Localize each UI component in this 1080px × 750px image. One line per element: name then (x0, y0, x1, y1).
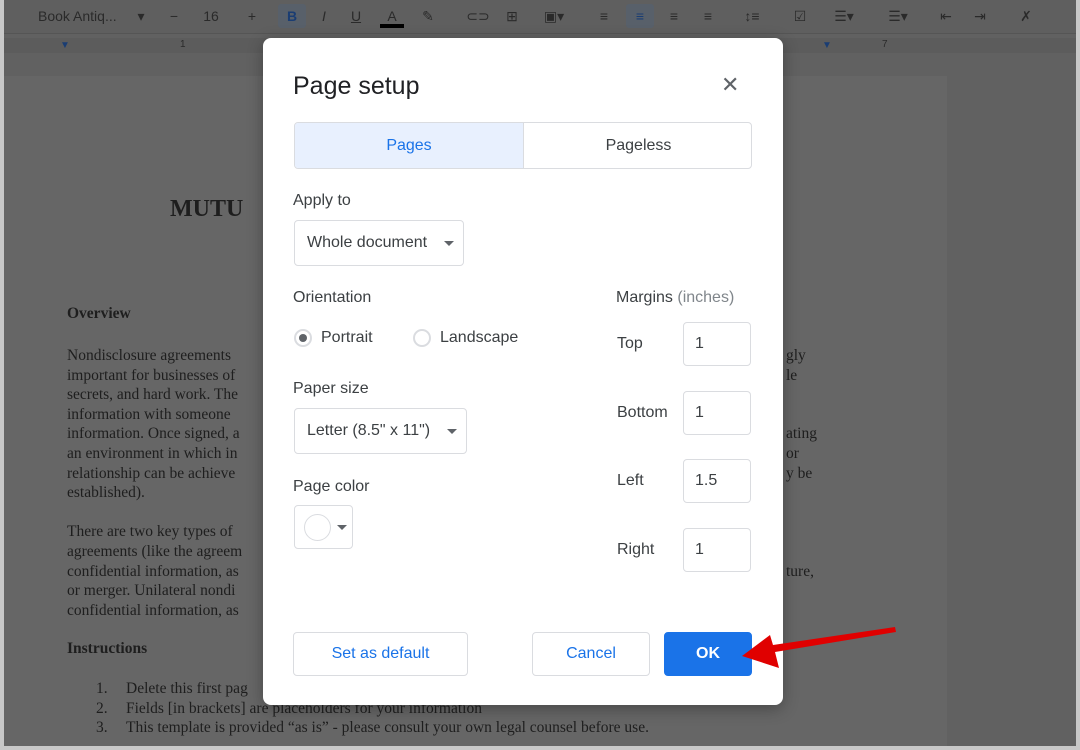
red-arrow (742, 627, 896, 668)
annotation-arrow-icon (742, 627, 896, 668)
